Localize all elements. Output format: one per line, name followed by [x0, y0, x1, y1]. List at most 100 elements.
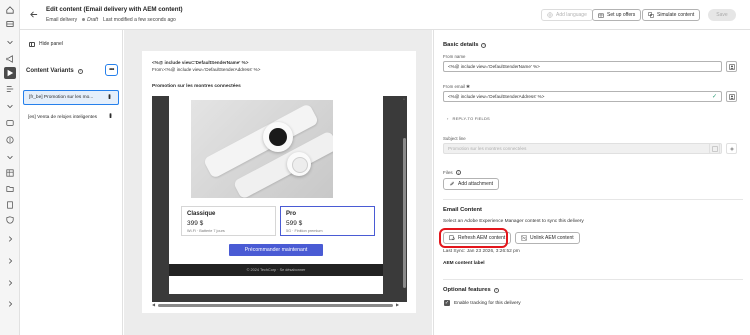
scroll-right-icon[interactable]: ▶ [396, 302, 399, 307]
flow-icon[interactable] [5, 84, 15, 94]
divider [443, 279, 743, 280]
personalize-icon [728, 93, 735, 100]
info-icon[interactable]: i [455, 170, 461, 175]
more-actions-button[interactable]: ••• [105, 64, 118, 76]
chevron-icon[interactable] [5, 234, 15, 244]
send-icon[interactable] [4, 67, 16, 79]
personalize-icon [711, 145, 718, 152]
checkmark-icon: ✓ [711, 94, 717, 100]
checkbox-checked-icon[interactable]: ✓ [444, 300, 450, 306]
aem-content-label: AEM content label [443, 261, 485, 266]
variants-sidebar: Hide panel Content Variants i ••• [fr_be… [20, 30, 123, 335]
email-preview-page: <%@ include view='DefaultSenderName' %> … [142, 51, 416, 313]
optional-features-heading: Optional features i [443, 287, 499, 293]
page-title: Edit content (Email delivery with AEM co… [46, 6, 183, 13]
email-body: Classique 399 $ Wi-Fi · Batterie 7 jours… [169, 96, 383, 294]
unlink-icon [521, 235, 527, 241]
personalize-icon [728, 63, 735, 70]
paperclip-icon [450, 181, 454, 186]
email-content-description: Select an Adobe Experience Manager conte… [443, 219, 584, 224]
subject-line-label: Subject line [443, 136, 466, 141]
add-attachment-button[interactable]: Add attachment [443, 178, 500, 190]
set-up-offers-button[interactable]: Set up offers [592, 9, 642, 21]
last-sync-text: Last Sync: Jan 23 2026, 3:26:52 pm [443, 249, 520, 254]
email-body-frame: Classique 399 $ Wi-Fi · Batterie 7 jours… [152, 96, 407, 302]
offer-icon [598, 13, 604, 18]
smartwatch-image [191, 100, 333, 198]
page-subtitle: Email delivery Draft Last modified a few… [46, 17, 176, 23]
status-badge: Draft [82, 17, 98, 23]
vertical-scrollbar[interactable]: ▲ [402, 96, 407, 298]
reply-to-toggle[interactable]: › REPLY-TO FIELDS [447, 116, 490, 121]
enable-tracking-checkbox[interactable]: ✓ Enable tracking for this delivery [444, 300, 521, 306]
variant-item[interactable]: [es] Venta de relojes inteligentes ••• [23, 110, 119, 125]
currency-icon[interactable] [5, 135, 15, 145]
shield-icon[interactable] [5, 215, 15, 225]
scroll-thumb[interactable] [158, 304, 393, 307]
email-footer: © 2024 TechCorp · Se désabonner [169, 264, 383, 276]
scroll-thumb[interactable] [403, 138, 406, 288]
plan-card-pro[interactable]: Pro 599 $ 5G · Finition premium [280, 206, 375, 236]
personalize-button[interactable] [726, 61, 737, 72]
from-email-field[interactable]: <%@ include view='DefaultSenderAddress' … [443, 91, 722, 102]
home-icon[interactable] [5, 5, 15, 15]
unlink-aem-content-button[interactable]: Unlink AEM content [515, 232, 580, 244]
app-rail [0, 0, 20, 335]
document-icon[interactable] [5, 200, 15, 210]
subject-line-field[interactable]: Promotion sur les montres connectées [443, 143, 722, 154]
plan-card-classique[interactable]: Classique 399 $ Wi-Fi · Batterie 7 jours [181, 206, 276, 236]
hide-panel-button[interactable]: Hide panel [29, 41, 63, 47]
inbox-icon[interactable] [5, 19, 15, 29]
chevron-icon[interactable] [5, 152, 15, 162]
folder-icon[interactable] [5, 184, 15, 194]
chevron-icon[interactable] [5, 101, 15, 111]
chevron-icon[interactable] [5, 256, 15, 266]
divider [443, 199, 743, 200]
kebab-menu-icon[interactable]: ••• [105, 94, 112, 98]
status-dot [82, 18, 86, 21]
basic-details-heading: Basic details i [443, 42, 487, 48]
info-icon[interactable]: i [481, 42, 487, 48]
chevron-icon[interactable] [5, 278, 15, 288]
from-email-label: From email ✱ [443, 84, 470, 89]
page-header: Edit content (Email delivery with AEM co… [20, 0, 750, 30]
globe-icon [547, 12, 553, 18]
table-icon[interactable] [5, 168, 15, 178]
horizontal-scrollbar[interactable]: ◀ ▶ [152, 302, 402, 307]
email-content-heading: Email Content [443, 207, 482, 213]
subject-preview: Promotion sur les montres connectées [152, 84, 241, 89]
add-language-button[interactable]: Add language [541, 9, 593, 21]
from-name-preview: <%@ include view='DefaultSenderName' %> [152, 60, 249, 65]
highlight-annotation [439, 228, 508, 248]
personalize-button[interactable] [709, 143, 720, 154]
campaign-icon[interactable] [5, 118, 15, 128]
simulate-icon [648, 12, 654, 18]
from-address-preview: From:<%@ include view='DefaultSenderAddr… [152, 67, 261, 72]
chevron-icon[interactable] [5, 299, 15, 309]
personalize-button[interactable] [726, 91, 737, 102]
files-label: Files i [443, 170, 461, 175]
from-name-label: From name [443, 54, 466, 59]
sparkle-icon [729, 146, 734, 151]
content-variants-heading: Content Variants i [26, 68, 83, 74]
scroll-left-icon[interactable]: ◀ [152, 302, 155, 307]
last-modified: Last modified a few seconds ago [102, 17, 176, 23]
megaphone-icon[interactable] [5, 54, 15, 64]
panel-toggle-icon [29, 41, 35, 47]
channel-label: Email delivery [46, 17, 78, 23]
properties-panel: Basic details i From name <%@ include vi… [433, 30, 750, 335]
save-button[interactable]: Save [708, 9, 736, 21]
from-name-field[interactable]: <%@ include view='DefaultSenderName' %> [443, 61, 722, 72]
preorder-button[interactable]: Précommander maintenant [229, 244, 323, 256]
variant-item[interactable]: [fr_be] Promotion sur les mo... ••• [23, 90, 119, 105]
chevron-right-icon: › [447, 116, 449, 121]
back-arrow-icon[interactable] [29, 10, 38, 19]
email-preview-canvas: <%@ include view='DefaultSenderName' %> … [124, 30, 432, 335]
ai-assist-button[interactable] [726, 143, 737, 154]
simulate-content-button[interactable]: Simulate content [642, 9, 701, 21]
kebab-menu-icon[interactable]: ••• [106, 113, 113, 117]
info-icon[interactable]: i [493, 287, 499, 293]
chevron-icon[interactable] [5, 37, 15, 47]
scroll-up-icon[interactable]: ▲ [402, 96, 406, 101]
info-icon[interactable]: i [77, 68, 83, 74]
